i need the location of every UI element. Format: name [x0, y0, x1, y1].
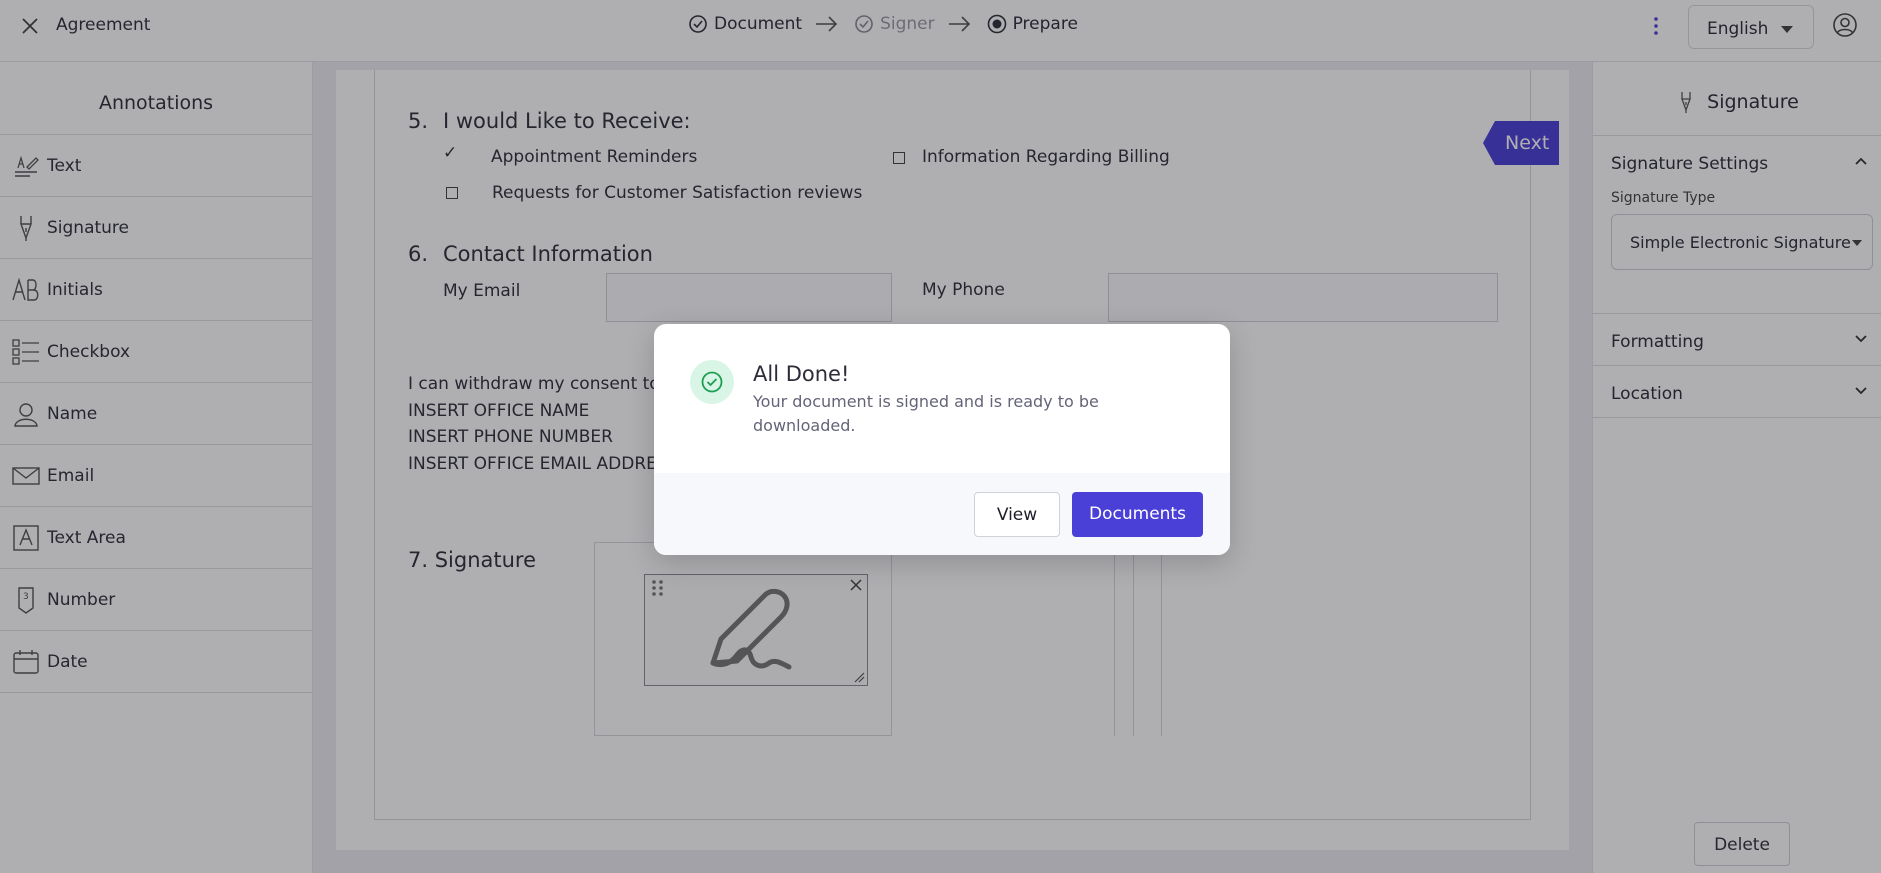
- success-check-icon: [690, 360, 734, 404]
- dialog-footer: View Documents: [654, 473, 1230, 555]
- dialog-title: All Done!: [753, 362, 850, 386]
- dialog-message: Your document is signed and is ready to …: [753, 392, 1099, 435]
- documents-button[interactable]: Documents: [1072, 492, 1203, 537]
- completion-dialog: All Done! Your document is signed and is…: [654, 324, 1230, 555]
- view-button[interactable]: View: [974, 492, 1060, 537]
